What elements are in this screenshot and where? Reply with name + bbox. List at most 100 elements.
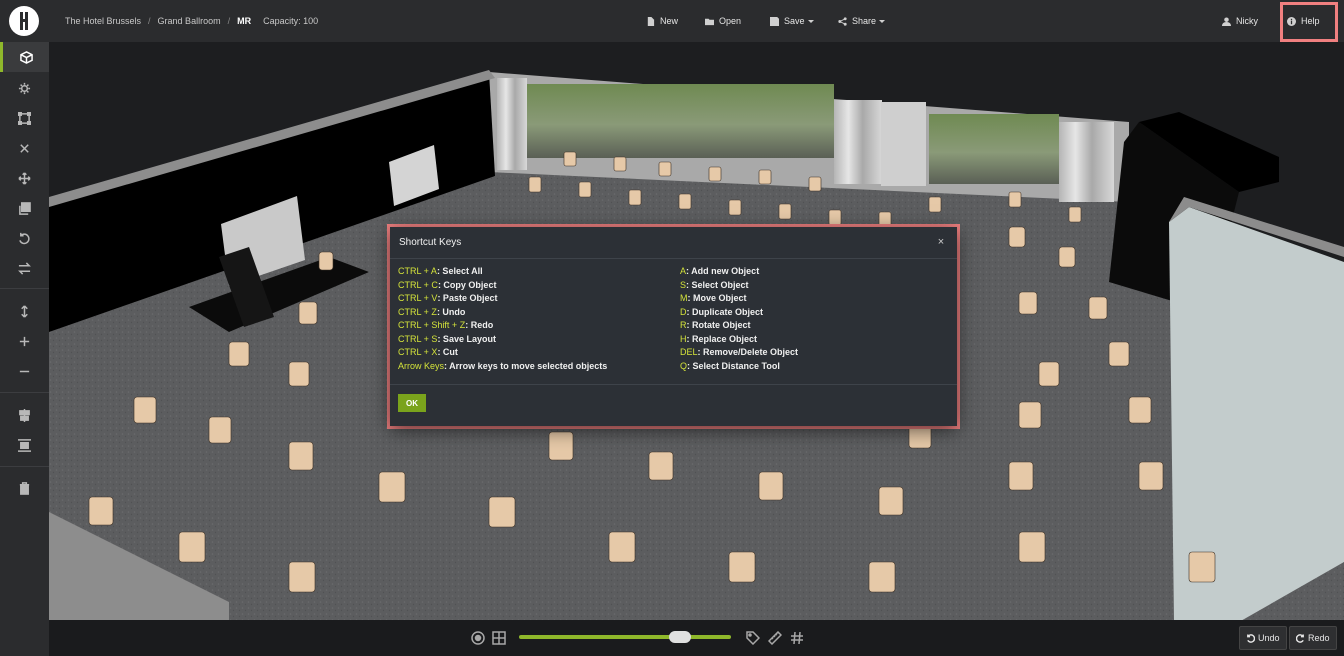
undo-button[interactable]: Undo xyxy=(1239,626,1287,650)
shortcut-description: : Select Object xyxy=(686,279,749,290)
redo-icon xyxy=(1296,633,1304,643)
shortcut-key: DEL xyxy=(680,347,698,357)
gear-icon[interactable] xyxy=(0,73,49,103)
shortcut-row: CTRL + V: Paste Object xyxy=(398,292,607,306)
capacity-label: Capacity: 100 xyxy=(263,16,319,26)
trash-icon[interactable] xyxy=(0,473,49,503)
breadcrumb: The Hotel Brussels / Grand Ballroom / MR… xyxy=(65,0,318,42)
zoom-slider-track[interactable] xyxy=(519,635,731,639)
duplicate-icon[interactable] xyxy=(0,193,49,223)
shortcut-row: Q: Select Distance Tool xyxy=(680,360,798,374)
shortcut-description: : Cut xyxy=(437,347,458,357)
close-icon[interactable]: × xyxy=(933,234,949,250)
share-dropdown[interactable]: Share xyxy=(838,0,886,42)
move-icon[interactable] xyxy=(0,163,49,193)
shortcut-key: CTRL + A xyxy=(398,266,437,276)
shortcut-key: CTRL + C xyxy=(398,279,438,290)
redo-label: Redo xyxy=(1308,633,1330,643)
shortcut-row: D: Duplicate Object xyxy=(680,306,798,320)
shortcut-description: : Save Layout xyxy=(437,333,496,344)
share-label: Share xyxy=(852,16,877,26)
shortcut-row: Arrow Keys: Arrow keys to move selected … xyxy=(398,360,607,374)
shortcut-row: DEL: Remove/Delete Object xyxy=(680,346,798,360)
user-menu[interactable]: Nicky xyxy=(1222,0,1258,42)
shortcut-row: R: Rotate Object xyxy=(680,319,798,333)
top-bar: The Hotel Brussels / Grand Ballroom / MR… xyxy=(0,0,1344,42)
open-label: Open xyxy=(719,16,742,26)
ok-button[interactable]: OK xyxy=(398,394,426,412)
shortcut-description: : Move Object xyxy=(687,293,747,303)
share-icon xyxy=(838,16,847,26)
tool-sidebar xyxy=(0,42,49,656)
shortcut-key: CTRL + Z xyxy=(398,306,437,317)
file-icon xyxy=(647,16,655,26)
breadcrumb-layout: MR xyxy=(237,16,252,26)
zoom-slider-thumb[interactable] xyxy=(669,631,692,643)
distribute-icon[interactable] xyxy=(0,430,49,460)
shortcut-keys-modal: Shortcut Keys × CTRL + A: Select All CTRL… xyxy=(390,227,957,426)
app-root: The Hotel Brussels / Grand Ballroom / MR… xyxy=(0,0,1344,656)
shortcut-description: : Add new Object xyxy=(686,266,760,276)
shortcut-description: : Rotate Object xyxy=(686,320,751,330)
sidebar-divider xyxy=(0,392,49,393)
breadcrumb-separator: / xyxy=(227,16,231,26)
shortcut-key: CTRL + X xyxy=(398,347,438,357)
shortcut-key: CTRL + S xyxy=(398,333,438,344)
shortcut-description: : Replace Object xyxy=(686,333,758,344)
redo-button[interactable]: Redo xyxy=(1289,626,1337,650)
shortcut-row: H: Replace Object xyxy=(680,333,798,347)
target-icon[interactable] xyxy=(471,631,485,645)
rotate-icon[interactable] xyxy=(0,223,49,253)
sidebar-divider xyxy=(0,466,49,467)
sidebar-divider xyxy=(0,288,49,289)
shortcut-key: Q xyxy=(680,360,688,371)
breadcrumb-room[interactable]: Grand Ballroom xyxy=(158,16,221,26)
shortcut-key: CTRL + Shift + Z xyxy=(398,320,466,330)
shortcut-description: : Undo xyxy=(436,306,466,317)
help-highlight xyxy=(1280,2,1338,42)
select-frame-icon[interactable] xyxy=(0,103,49,133)
shortcut-description: : Duplicate Object xyxy=(686,306,764,317)
undo-label: Undo xyxy=(1258,633,1280,643)
ruler-icon[interactable] xyxy=(767,630,783,646)
shortcut-row: CTRL + S: Save Layout xyxy=(398,333,607,347)
shortcut-key: M xyxy=(680,293,688,303)
open-button[interactable]: Open xyxy=(705,0,741,42)
save-label: Save xyxy=(784,16,805,26)
tag-icon[interactable] xyxy=(746,631,761,646)
user-name: Nicky xyxy=(1236,16,1258,26)
height-icon[interactable] xyxy=(0,296,49,326)
frame-view-icon[interactable] xyxy=(492,631,506,645)
undo-icon xyxy=(1247,633,1255,643)
folder-open-icon xyxy=(705,18,714,25)
align-center-icon[interactable] xyxy=(0,400,49,430)
chevron-down-icon xyxy=(807,19,814,23)
shortcut-list-left: CTRL + A: Select All CTRL + C: Copy Objec… xyxy=(398,265,607,373)
hotel-logo[interactable] xyxy=(9,6,39,36)
breadcrumb-hotel[interactable]: The Hotel Brussels xyxy=(65,16,141,26)
shortcut-row: CTRL + A: Select All xyxy=(398,265,607,279)
shortcut-row: CTRL + C: Copy Object xyxy=(398,279,607,293)
new-label: New xyxy=(660,16,679,26)
bottom-bar: Undo Redo xyxy=(49,620,1344,656)
swap-icon[interactable] xyxy=(0,253,49,283)
cube-icon[interactable] xyxy=(0,42,49,72)
shortcut-description: : Paste Object xyxy=(437,293,498,303)
close-icon[interactable] xyxy=(0,133,49,163)
shortcut-description: : Redo xyxy=(465,320,494,330)
minus-icon[interactable] xyxy=(0,356,49,386)
plus-icon[interactable] xyxy=(0,326,49,356)
shortcut-description: : Arrow keys to move selected objects xyxy=(444,360,608,371)
shortcut-row: M: Move Object xyxy=(680,292,798,306)
modal-header: Shortcut Keys × xyxy=(390,227,957,259)
save-dropdown[interactable]: Save xyxy=(770,0,814,42)
grid-hash-icon[interactable] xyxy=(790,631,804,645)
new-button[interactable]: New xyxy=(646,0,678,42)
shortcut-row: S: Select Object xyxy=(680,279,798,293)
shortcut-description: : Remove/Delete Object xyxy=(697,347,799,357)
shortcut-list-right: A: Add new Object S: Select Object M: Move… xyxy=(680,265,798,373)
modal-title: Shortcut Keys xyxy=(399,237,462,248)
shortcut-row: CTRL + X: Cut xyxy=(398,346,607,360)
shortcut-description: : Select Distance Tool xyxy=(687,360,780,371)
chevron-down-icon xyxy=(879,19,886,23)
